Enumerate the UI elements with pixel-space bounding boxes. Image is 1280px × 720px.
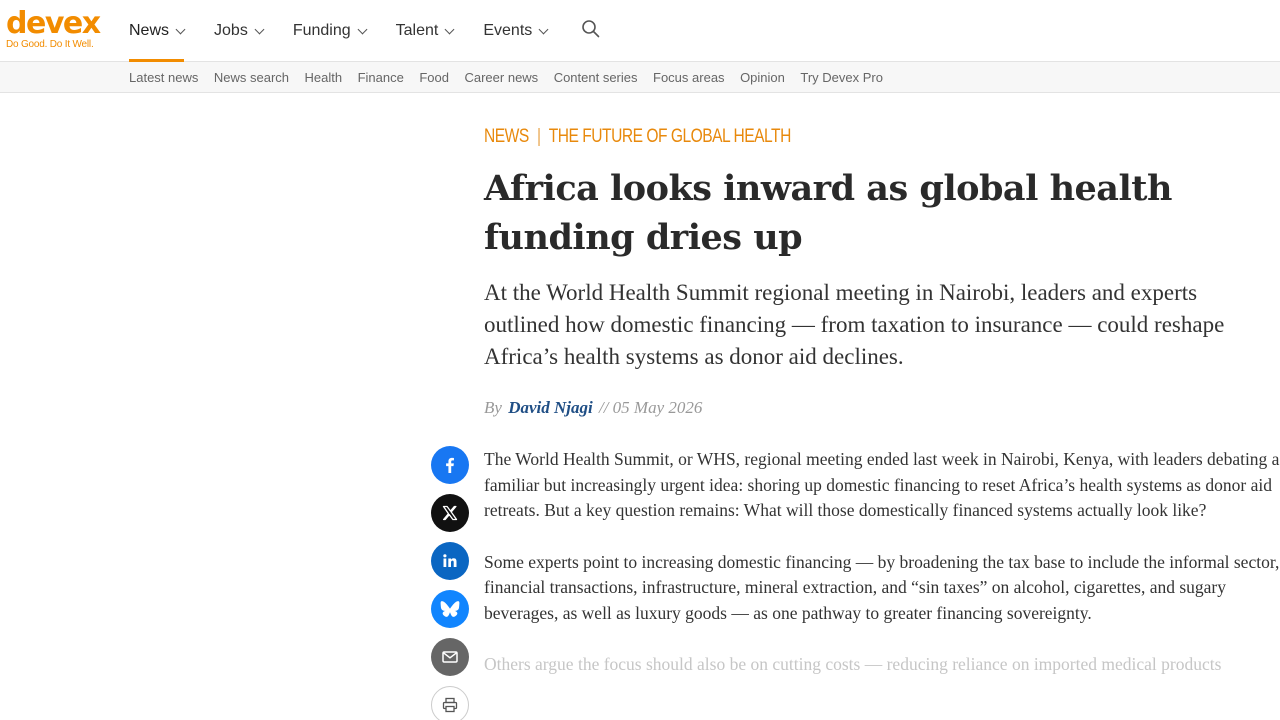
sub-nav-list: Latest news News search Health Finance F… [129,62,898,92]
x-icon [442,505,458,521]
email-icon [442,651,458,663]
byline: By David Njagi // 05 May 2026 [484,398,702,418]
nav-item-label: Jobs [214,22,248,39]
logo-wordmark: devex [6,6,101,41]
nav-item-news[interactable]: News [129,0,186,62]
sub-navigation: Latest news News search Health Finance F… [0,62,1280,93]
article-dek: At the World Health Summit regional meet… [484,280,1225,369]
share-email-button[interactable] [431,638,469,676]
subnav-health[interactable]: Health [305,70,343,85]
subnav-try-devex-pro[interactable]: Try Devex Pro [800,70,883,85]
print-icon [442,697,458,713]
share-linkedin-button[interactable] [431,542,469,580]
nav-item-jobs[interactable]: Jobs [214,0,265,62]
share-facebook-button[interactable] [431,446,469,484]
subnav-career-news[interactable]: Career news [464,70,538,85]
subnav-latest-news[interactable]: Latest news [129,70,198,85]
search-icon[interactable] [581,19,601,39]
date-separator: // [598,398,609,417]
chevron-down-icon [175,24,186,34]
nav-item-label: Events [483,22,533,39]
publish-date: 05 May 2026 [612,398,703,417]
share-bluesky-button[interactable] [431,590,469,628]
article-paragraph: The World Health Summit, or WHS, regiona… [484,449,1280,521]
subnav-finance[interactable]: Finance [358,70,404,85]
print-button[interactable] [431,686,469,720]
main-nav: News Jobs Funding Talent Events [129,0,577,62]
share-x-button[interactable] [431,494,469,532]
subnav-content-series[interactable]: Content series [554,70,638,85]
logo-tagline: Do Good. Do It Well. [6,39,94,50]
subnav-focus-areas[interactable]: Focus areas [653,70,725,85]
kicker-divider: | [536,126,541,147]
share-bar [431,446,470,720]
nav-item-label: Talent [395,22,439,39]
nav-item-talent[interactable]: Talent [395,0,455,62]
devex-logo[interactable]: devex Do Good. Do It Well. [6,6,101,51]
subnav-news-search[interactable]: News search [214,70,289,85]
author-link[interactable]: David Njagi [508,398,593,417]
chevron-down-icon [357,24,368,34]
article-headline: Africa looks inward as global health fun… [484,168,1172,258]
nav-item-funding[interactable]: Funding [292,0,368,62]
subnav-food[interactable]: Food [419,70,449,85]
article-paragraph: Some experts point to increasing domesti… [484,551,1280,623]
linkedin-icon [443,554,457,567]
nav-item-label: Funding [292,22,351,39]
series-link[interactable]: THE FUTURE OF GLOBAL HEALTH [549,126,792,147]
chevron-down-icon [538,24,549,34]
article-body: The World Health Summit, or WHS, regiona… [484,447,1280,703]
chevron-down-icon [444,24,455,34]
chevron-down-icon [254,24,265,34]
article-paragraph: Others argue the focus should also be on… [484,654,1222,674]
byline-prefix: By [484,398,502,417]
facebook-icon [446,457,454,473]
nav-item-events[interactable]: Events [483,0,549,62]
top-navigation: devex Do Good. Do It Well. News Jobs Fun… [0,0,1280,62]
article-kicker: NEWS | THE FUTURE OF GLOBAL HEALTH [484,126,791,148]
bluesky-icon [440,601,460,617]
nav-item-label: News [129,22,170,39]
subnav-opinion[interactable]: Opinion [740,70,785,85]
section-link[interactable]: NEWS [484,126,529,147]
